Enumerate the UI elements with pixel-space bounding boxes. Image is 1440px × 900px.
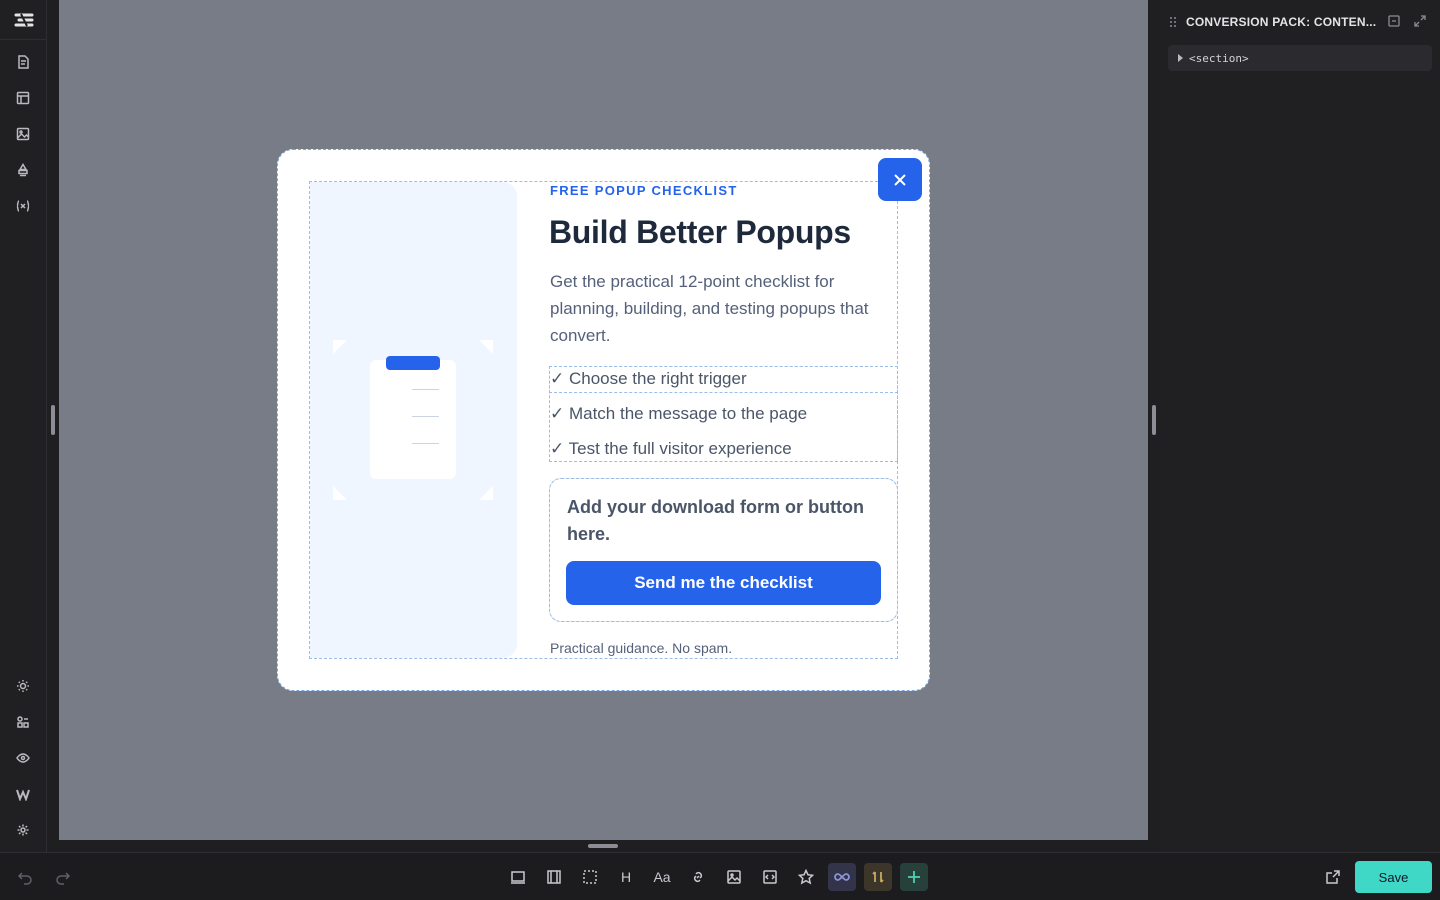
wordpress-icon[interactable] bbox=[10, 781, 36, 807]
clipboard-clip bbox=[386, 356, 440, 370]
external-link-icon[interactable] bbox=[1321, 865, 1345, 889]
style-icon[interactable] bbox=[10, 157, 36, 183]
canvas-resize-handle-right[interactable] bbox=[1152, 405, 1156, 435]
save-button[interactable]: Save bbox=[1355, 861, 1432, 893]
star-icon[interactable] bbox=[794, 865, 818, 889]
redo-icon[interactable] bbox=[51, 865, 75, 889]
link-icon[interactable] bbox=[686, 865, 710, 889]
components-icon[interactable] bbox=[10, 709, 36, 735]
section-element-icon[interactable] bbox=[506, 865, 530, 889]
collapse-panel-icon[interactable] bbox=[1387, 14, 1401, 28]
send-checklist-button[interactable]: Send me the checklist bbox=[566, 561, 881, 605]
structure-panel-title: CONVERSION PACK: CONTEN... bbox=[1186, 15, 1377, 29]
theme-icon[interactable] bbox=[10, 673, 36, 699]
preview-icon[interactable] bbox=[10, 745, 36, 771]
sort-icon[interactable] bbox=[864, 863, 892, 891]
expand-icon[interactable] bbox=[1413, 14, 1427, 28]
close-button[interactable] bbox=[878, 158, 922, 201]
popup-description: Get the practical 12-point checklist for… bbox=[550, 272, 869, 345]
undo-icon[interactable] bbox=[13, 865, 37, 889]
canvas-resize-handle-left[interactable] bbox=[51, 405, 55, 435]
popup-title: Build Better Popups bbox=[549, 214, 851, 250]
popup-eyebrow: FREE POPUP CHECKLIST bbox=[550, 183, 738, 198]
popup-footnote: Practical guidance. No spam. bbox=[550, 640, 733, 656]
tree-item-label: <section> bbox=[1189, 51, 1249, 65]
form-placeholder-text: Add your download form or button here. bbox=[567, 497, 864, 544]
chevron-right-icon[interactable] bbox=[1178, 54, 1183, 62]
variables-icon[interactable] bbox=[10, 193, 36, 219]
tree-item-section[interactable]: <section> bbox=[1168, 45, 1432, 71]
builder-logo-icon[interactable] bbox=[0, 0, 47, 40]
canvas-resize-handle-bottom[interactable] bbox=[588, 844, 618, 848]
templates-icon[interactable] bbox=[10, 85, 36, 111]
clipboard-line bbox=[412, 416, 439, 417]
media-icon[interactable] bbox=[10, 121, 36, 147]
checklist-item: ✓ Match the message to the page bbox=[550, 404, 808, 423]
checklist-item: ✓ Choose the right trigger bbox=[550, 369, 747, 388]
close-icon bbox=[894, 173, 906, 186]
add-element-icon[interactable] bbox=[900, 863, 928, 891]
heading-element-button[interactable]: H bbox=[614, 865, 638, 889]
clipboard-line bbox=[412, 443, 439, 444]
clipboard-icon bbox=[370, 360, 456, 479]
loop-icon[interactable] bbox=[828, 863, 856, 891]
clipboard-line bbox=[412, 389, 439, 390]
image-element-icon[interactable] bbox=[722, 865, 746, 889]
text-element-button[interactable]: Aa bbox=[650, 865, 674, 889]
container-element-icon[interactable] bbox=[542, 865, 566, 889]
checklist-item: ✓ Test the full visitor experience bbox=[550, 439, 792, 458]
bottom-toolbar bbox=[0, 852, 1440, 900]
pages-icon[interactable] bbox=[10, 49, 36, 75]
drag-handle-icon[interactable] bbox=[1168, 16, 1178, 28]
settings-icon[interactable] bbox=[10, 817, 36, 843]
code-element-icon[interactable] bbox=[758, 865, 782, 889]
structure-panel bbox=[1160, 0, 1440, 852]
div-element-icon[interactable] bbox=[578, 865, 602, 889]
